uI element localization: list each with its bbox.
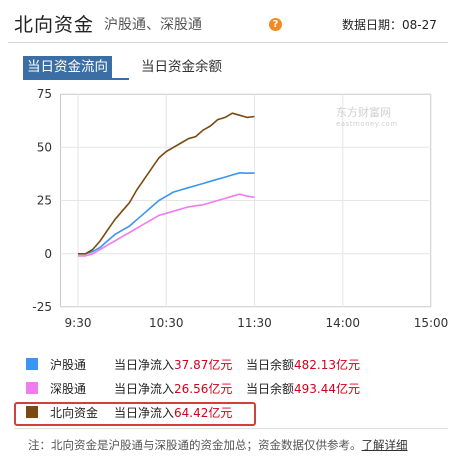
balance-value: 493.44亿元 (294, 382, 361, 396)
balance-label: 当日余额 (246, 382, 295, 396)
y-tick-label: 50 (37, 140, 52, 154)
x-tick-label: 9:30 (65, 316, 92, 330)
legend-balance: 当日余额482.13亿元 (246, 356, 360, 373)
inflow-label: 当日净流入 (114, 358, 175, 372)
balance-label: 当日余额 (246, 358, 295, 372)
x-tick-label: 11:30 (237, 316, 272, 330)
y-tick-label: -25 (32, 300, 52, 314)
y-tick-label: 0 (44, 247, 52, 261)
legend-balance: 当日余额493.44亿元 (246, 380, 360, 397)
x-tick-label: 10:30 (149, 316, 184, 330)
legend-inflow: 当日净流入37.87亿元 (114, 356, 232, 373)
legend-swatch-sz (26, 382, 38, 394)
footnote: 注：北向资金是沪股通与深股通的资金加总；资金数据仅供参考。了解详细 (28, 437, 408, 453)
legend-swatch-sh (26, 358, 38, 370)
legend-name: 沪股通 (50, 358, 87, 372)
inflow-value: 37.87亿元 (174, 358, 233, 372)
inflow-label: 当日净流入 (114, 382, 175, 396)
details-link[interactable]: 了解详细 (362, 438, 408, 452)
watermark-brand: 东方财富网 (336, 106, 391, 119)
legend-divider (14, 428, 448, 429)
legend-name: 深股通 (50, 382, 87, 396)
footnote-text: 注：北向资金是沪股通与深股通的资金加总；资金数据仅供参考。 (28, 438, 362, 452)
x-tick-label: 14:00 (325, 316, 360, 330)
balance-value: 482.13亿元 (294, 358, 361, 372)
x-tick-label: 15:00 (414, 316, 449, 330)
y-tick-label: 25 (37, 194, 52, 208)
legend-row-sh[interactable]: 沪股通 当日净流入37.87亿元 当日余额482.13亿元 (14, 352, 448, 376)
legend-row-sz[interactable]: 深股通 当日净流入26.56亿元 当日余额493.44亿元 (14, 376, 448, 400)
flow-chart: 75 50 25 0 -25 9:30 10:30 11:30 14:00 15:00 (32, 87, 449, 330)
watermark-domain: eastmoney.com (336, 120, 398, 128)
y-tick-label: 75 (37, 87, 52, 101)
highlight-box (14, 402, 256, 426)
legend-inflow: 当日净流入26.56亿元 (114, 380, 232, 397)
watermark-logo: 东方财富网 eastmoney.com (336, 104, 398, 128)
inflow-value: 26.56亿元 (174, 382, 233, 396)
